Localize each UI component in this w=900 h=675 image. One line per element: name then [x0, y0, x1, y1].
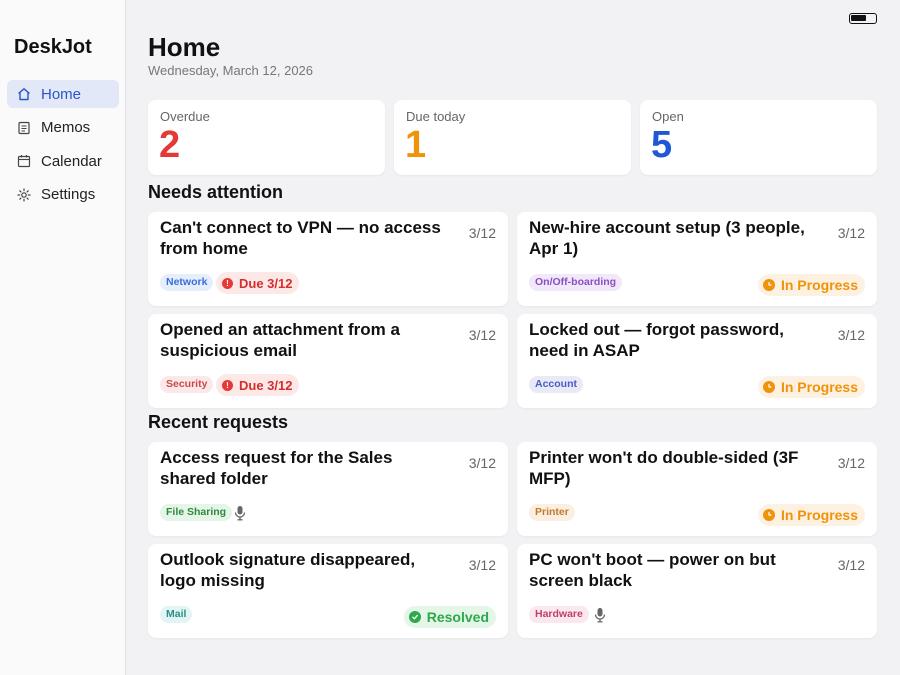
status-label: In Progress — [780, 277, 858, 293]
request-card[interactable]: Opened an attachment from a suspicious e… — [148, 314, 508, 408]
sidebar-nav: Home Memos Calendar Settings — [7, 80, 119, 214]
stat-card-open[interactable]: Open 5 — [640, 100, 877, 175]
request-title: PC won't boot — power on but screen blac… — [529, 550, 776, 590]
request-card[interactable]: Outlook signature disappeared, logo miss… — [148, 544, 508, 638]
category-tag: Network — [160, 274, 214, 291]
request-card[interactable]: Printer won't do double-sided (3F MFP) 3… — [517, 442, 877, 536]
sidebar-item-label: Home — [41, 85, 82, 103]
status-badge: In Progress — [757, 274, 865, 296]
stat-label: Overdue — [160, 109, 210, 124]
stat-value: 1 — [405, 124, 427, 166]
page-date: Wednesday, March 12, 2026 — [148, 63, 314, 78]
category-tag: Printer — [529, 504, 575, 521]
category-tag: Account — [529, 376, 583, 393]
request-date: 3/12 — [837, 557, 865, 573]
request-title: Printer won't do double-sided (3F MFP) — [529, 448, 799, 488]
request-date: 3/12 — [468, 455, 496, 471]
clock-icon — [762, 279, 775, 291]
request-card[interactable]: Access request for the Sales shared fold… — [148, 442, 508, 536]
microphone-icon — [234, 506, 246, 521]
memo-icon — [17, 121, 31, 135]
request-date: 3/12 — [837, 225, 865, 241]
request-card[interactable]: Locked out — forgot password, need in AS… — [517, 314, 877, 408]
sidebar-item-label: Calendar — [41, 152, 102, 170]
status-label: In Progress — [780, 507, 858, 523]
section-title-recent-requests: Recent requests — [148, 412, 289, 432]
section-title-needs-attention: Needs attention — [148, 182, 284, 202]
sidebar-item-home[interactable]: Home — [7, 80, 119, 108]
request-card[interactable]: Can't connect to VPN — no access from ho… — [148, 212, 508, 306]
alert-icon: ! — [222, 379, 233, 391]
request-card[interactable]: New-hire account setup (3 people, Apr 1)… — [517, 212, 877, 306]
sidebar-item-label: Settings — [41, 186, 96, 203]
category-tag: On/Off-boarding — [529, 274, 623, 291]
sidebar-item-calendar[interactable]: Calendar — [7, 147, 119, 175]
request-title: Locked out — forgot password, need in AS… — [529, 320, 785, 360]
settings-icon — [17, 187, 31, 202]
battery-icon — [849, 13, 877, 24]
category-tag: Mail — [160, 606, 193, 623]
alert-icon: ! — [222, 277, 233, 289]
status-label: In Progress — [780, 379, 858, 395]
stat-value: 2 — [159, 124, 181, 166]
request-title: Can't connect to VPN — no access from ho… — [160, 218, 441, 258]
category-tag: Security — [160, 376, 214, 393]
stat-label: Due today — [406, 109, 466, 124]
stat-value: 5 — [651, 124, 673, 166]
sidebar-item-settings[interactable]: Settings — [7, 181, 119, 209]
category-tag: Hardware — [529, 606, 589, 623]
request-date: 3/12 — [837, 327, 865, 343]
check-icon — [408, 611, 421, 623]
due-label: Due 3/12 — [239, 377, 293, 393]
status-badge: In Progress — [757, 376, 865, 398]
status-badge: Resolved — [403, 606, 496, 628]
status-label: Resolved — [426, 609, 489, 625]
request-title: Outlook signature disappeared, logo miss… — [160, 550, 416, 590]
request-date: 3/12 — [468, 557, 496, 573]
request-card[interactable]: PC won't boot — power on but screen blac… — [517, 544, 877, 638]
page-title: Home — [148, 32, 221, 62]
request-title: Access request for the Sales shared fold… — [160, 448, 393, 488]
due-badge: ! Due 3/12 — [216, 272, 300, 294]
app-title: DeskJot — [14, 36, 92, 58]
stat-card-due-today[interactable]: Due today 1 — [394, 100, 631, 175]
category-tag: File Sharing — [160, 504, 233, 521]
clock-icon — [762, 381, 775, 393]
home-icon — [17, 87, 31, 101]
microphone-icon — [594, 608, 606, 623]
request-date: 3/12 — [468, 327, 496, 343]
sidebar-item-label: Memos — [41, 119, 91, 136]
request-title: Opened an attachment from a suspicious e… — [160, 320, 400, 360]
request-date: 3/12 — [468, 225, 496, 241]
status-badge: In Progress — [757, 504, 865, 526]
clock-icon — [762, 509, 775, 521]
stat-label: Open — [652, 109, 684, 124]
sidebar: DeskJot Home Memos Calendar Settings — [0, 0, 126, 675]
request-date: 3/12 — [837, 455, 865, 471]
due-label: Due 3/12 — [239, 275, 293, 291]
calendar-icon — [17, 154, 31, 168]
request-title: New-hire account setup (3 people, Apr 1) — [529, 218, 805, 258]
stat-card-overdue[interactable]: Overdue 2 — [148, 100, 385, 175]
due-badge: ! Due 3/12 — [216, 374, 300, 396]
sidebar-item-memos[interactable]: Memos — [7, 114, 119, 142]
